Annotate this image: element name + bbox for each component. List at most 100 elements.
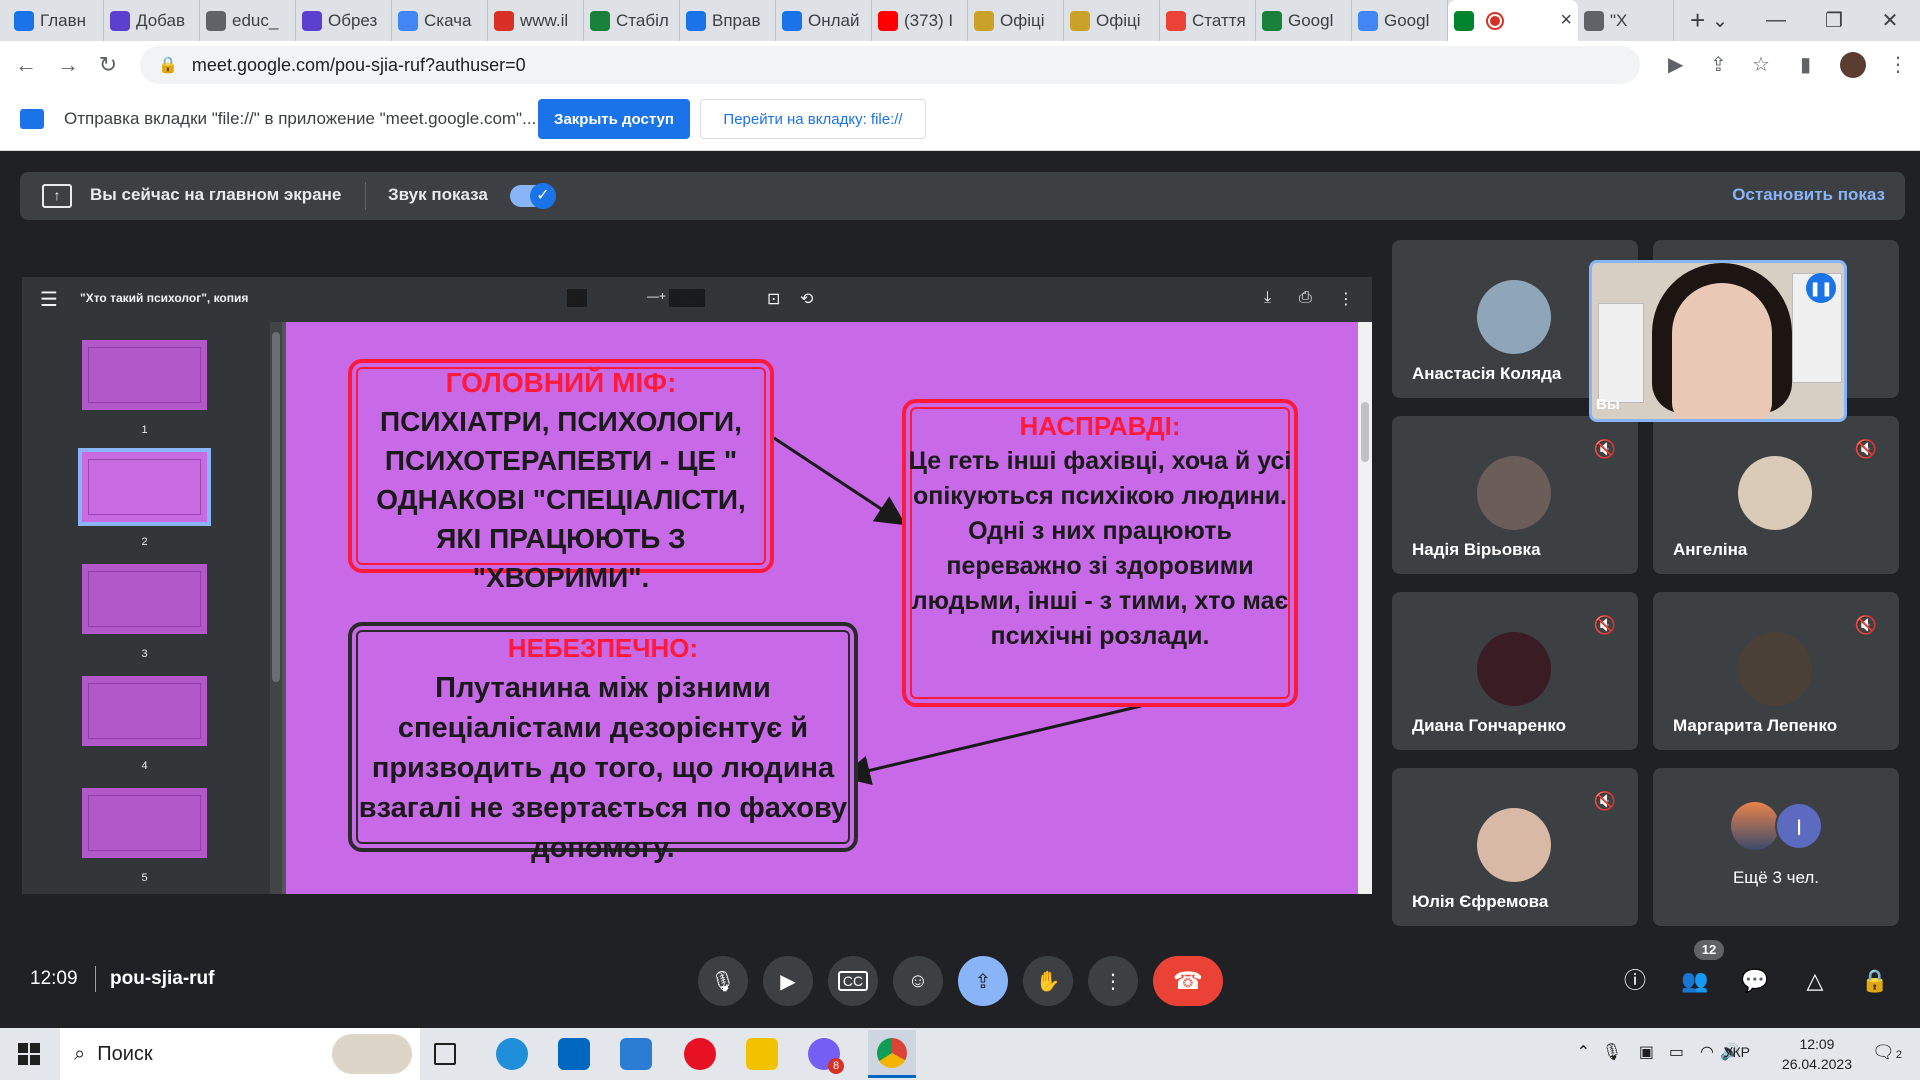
zoom-in-icon[interactable]: +	[659, 289, 666, 303]
page-thumbnail[interactable]	[78, 448, 211, 526]
scrollbar-thumb[interactable]	[272, 332, 280, 682]
zoom-controls: — 63% +	[647, 289, 705, 307]
browser-tab[interactable]: Онлай	[776, 0, 872, 41]
tab-search-icon[interactable]: ⌄	[1690, 0, 1750, 41]
profile-avatar[interactable]	[1840, 52, 1866, 78]
chrome-taskbar-button[interactable]	[868, 1030, 916, 1078]
host-controls-icon[interactable]: 🔒	[1860, 966, 1890, 996]
meeting-info-icon[interactable]: ⓘ	[1620, 966, 1650, 996]
browser-tab[interactable]: Главн	[8, 0, 104, 41]
scrollbar-thumb[interactable]	[1361, 402, 1369, 462]
maximize-icon[interactable]: ❐	[1804, 0, 1864, 41]
browser-tab[interactable]: Офіці	[1064, 0, 1160, 41]
mail-icon[interactable]	[620, 1038, 652, 1070]
windows-start-icon[interactable]	[18, 1043, 40, 1065]
hamburger-menu-icon[interactable]: ☰	[40, 287, 58, 312]
reload-icon[interactable]: ↻	[88, 52, 128, 78]
url-text[interactable]: meet.google.com/pou-sjia-ruf?authuser=0	[192, 55, 526, 76]
rotate-icon[interactable]: ⟲	[800, 289, 813, 309]
avatar	[1477, 808, 1551, 882]
leave-call-button[interactable]: ☎	[1153, 956, 1223, 1006]
slide-page: ГОЛОВНИЙ МІФ: ПСИХІАТРИ, ПСИХОЛОГИ, ПСИХ…	[286, 322, 1358, 894]
fit-page-icon[interactable]: ⊡	[767, 289, 780, 309]
show-hidden-icons[interactable]: ⌃	[1577, 1042, 1590, 1062]
more-options-button[interactable]: ⋮	[1088, 956, 1138, 1006]
page-thumbnail[interactable]	[82, 676, 207, 746]
side-panel-icon[interactable]: ▮	[1800, 52, 1811, 77]
participant-tile[interactable]: Юлія Єфремова 🔇	[1392, 768, 1638, 926]
opera-icon[interactable]	[684, 1038, 716, 1070]
stop-presenting-button[interactable]: Остановить показ	[1732, 185, 1885, 205]
more-options-icon[interactable]: ⋮	[1338, 289, 1354, 309]
close-window-icon[interactable]: ✕	[1860, 0, 1920, 41]
goto-tab-button[interactable]: Перейти на вкладку: file://	[700, 99, 926, 139]
back-icon[interactable]: ←	[6, 52, 46, 78]
chrome-menu-icon[interactable]: ⋮	[1888, 52, 1908, 77]
self-video-tile[interactable]: ❚❚ Вы	[1589, 260, 1847, 422]
battery-icon[interactable]: ▭	[1669, 1042, 1684, 1062]
microphone-button[interactable]: 🎙	[698, 956, 748, 1006]
browser-tab[interactable]: Добав	[104, 0, 200, 41]
microphone-tray-icon[interactable]: 🎙	[1602, 1042, 1622, 1062]
browser-tab[interactable]: Обрез	[296, 0, 392, 41]
browser-tab[interactable]: Googl	[1256, 0, 1352, 41]
activities-icon[interactable]: △	[1800, 966, 1830, 996]
browser-tab[interactable]: educ_	[200, 0, 296, 41]
page-number-input[interactable]: 2	[567, 289, 587, 307]
page-scrollbar[interactable]	[1358, 322, 1372, 894]
infobar-message: Отправка вкладки "file://" в приложение …	[64, 109, 537, 128]
notifications-icon[interactable]: 🗨2	[1872, 1042, 1902, 1063]
browser-tab[interactable]: www.il	[488, 0, 584, 41]
minimize-icon[interactable]: —	[1746, 0, 1806, 41]
captions-button[interactable]: CC	[828, 956, 878, 1006]
browser-tab[interactable]: (373) I	[872, 0, 968, 41]
participant-tile[interactable]: Надія Вірьовка 🔇	[1392, 416, 1638, 574]
browser-tab[interactable]: Googl	[1352, 0, 1448, 41]
thumbnail-scrollbar[interactable]	[270, 322, 282, 894]
chat-icon[interactable]: 💬	[1740, 966, 1770, 996]
share-icon[interactable]: ⇪	[1710, 52, 1727, 77]
wifi-icon[interactable]: ◠	[1700, 1042, 1714, 1062]
browser-tab[interactable]: Стабіл	[584, 0, 680, 41]
address-bar[interactable]: 🔒 meet.google.com/pou-sjia-ruf?authuser=…	[140, 46, 1640, 84]
browser-tab[interactable]: Скача	[392, 0, 488, 41]
shield-icon	[302, 10, 322, 31]
zoom-out-icon[interactable]: —	[647, 289, 659, 303]
reactions-button[interactable]: ☺	[893, 956, 943, 1006]
screen-capture-tray-icon[interactable]: ▣	[1639, 1042, 1654, 1062]
browser-tab[interactable]: Стаття	[1160, 0, 1256, 41]
browser-tab[interactable]: Вправ	[680, 0, 776, 41]
participant-tile[interactable]: Ангеліна 🔇	[1653, 416, 1899, 574]
raise-hand-button[interactable]: ✋	[1023, 956, 1073, 1006]
download-icon[interactable]: ⤓	[1264, 289, 1271, 307]
people-icon[interactable]: 👥	[1680, 966, 1710, 996]
bookmark-star-icon[interactable]: ☆	[1752, 52, 1770, 77]
present-button[interactable]: ⇪	[958, 956, 1008, 1006]
more-participants-tile[interactable]: I Ещё 3 чел.	[1653, 768, 1899, 926]
edge-icon[interactable]	[496, 1038, 528, 1070]
forward-icon[interactable]: →	[48, 52, 88, 78]
zoom-input[interactable]: 63%	[669, 289, 705, 307]
browser-tab[interactable]: ×	[1448, 0, 1578, 41]
file-explorer-icon[interactable]	[746, 1038, 778, 1070]
page-thumbnail[interactable]	[82, 564, 207, 634]
close-access-button[interactable]: Закрыть доступ	[538, 99, 690, 139]
store-icon[interactable]	[558, 1038, 590, 1070]
share-audio-toggle[interactable]: ✓	[510, 183, 556, 209]
page-thumbnail[interactable]	[82, 340, 207, 410]
camera-in-use-icon[interactable]: ▶	[1668, 52, 1683, 77]
task-view-icon[interactable]	[434, 1043, 456, 1065]
participant-tile[interactable]: Маргарита Лепенко 🔇	[1653, 592, 1899, 750]
participant-tile[interactable]: Диана Гончаренко 🔇	[1392, 592, 1638, 750]
page-thumbnail[interactable]	[82, 788, 207, 858]
print-icon[interactable]: ⎙	[1299, 289, 1312, 307]
taskbar-search[interactable]: ⌕ Поиск	[60, 1028, 420, 1080]
close-tab-icon[interactable]: ×	[1560, 9, 1572, 32]
browser-tab[interactable]: Офіці	[968, 0, 1064, 41]
viber-icon[interactable]: 8	[808, 1038, 844, 1074]
camera-button[interactable]: ▶	[763, 956, 813, 1006]
input-language[interactable]: УКР	[1724, 1044, 1750, 1060]
system-clock[interactable]: 12:09 26.04.2023	[1782, 1034, 1852, 1074]
browser-tab[interactable]: "Х	[1578, 0, 1674, 41]
lock-icon[interactable]: 🔒	[158, 55, 178, 75]
